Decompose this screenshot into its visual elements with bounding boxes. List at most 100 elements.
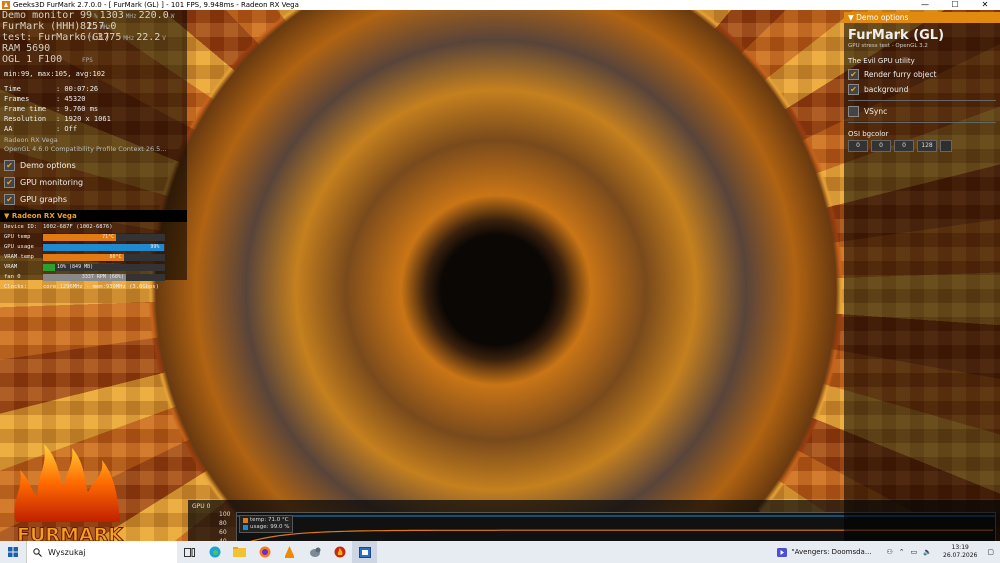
sensor-row: GPU temp 71°C — [0, 232, 187, 242]
demo-title: FurMark (GL) — [848, 28, 945, 43]
graph-label: GPU 0 — [192, 503, 211, 510]
furmark-taskbar-icon[interactable] — [327, 541, 352, 563]
demo-subtitle: GPU stress test - OpenGL 3.2 — [848, 43, 928, 49]
sensor-bar: 80°C — [43, 253, 165, 261]
radeon-header-label: Radeon RX Vega — [11, 212, 77, 220]
sensor-bar: 99% — [43, 243, 165, 251]
stat-value: : 00:07:26 — [56, 85, 99, 93]
start-button[interactable] — [0, 547, 26, 557]
sensor-bar: 3337 RPM (68%) — [43, 273, 165, 281]
device-id-value: 1002-687F (1002-6876) — [43, 224, 113, 230]
legend-entry: temp: 71.0 °C — [243, 517, 289, 524]
active-window-icon[interactable] — [352, 541, 377, 563]
minimize-button[interactable]: — — [910, 0, 940, 10]
file-explorer-icon[interactable] — [227, 541, 252, 563]
osi-bgcolor-input[interactable]: 0 — [871, 140, 891, 152]
gpumon-value: 220.0 — [138, 10, 169, 21]
osd-option-checkbox[interactable]: ✔ GPU graphs — [0, 191, 187, 208]
demo-options-header-label: Demo options — [856, 13, 909, 22]
clock[interactable]: 13:19 26.07.2026 — [943, 544, 977, 560]
gpumon-row: test: FurMark (GL) 6 °C 3775 MHz 22.2 V — [0, 32, 187, 43]
checkbox-label: GPU graphs — [20, 195, 68, 204]
gpumon-unit: FPS — [82, 57, 93, 64]
gpumon-unit: °C — [88, 35, 96, 42]
firefox-icon[interactable] — [252, 541, 277, 563]
task-view-icon[interactable] — [177, 541, 202, 563]
legend-entry: usage: 99.0 % — [243, 524, 289, 531]
legend-swatch — [243, 525, 248, 530]
app-bird-icon[interactable] — [302, 541, 327, 563]
gpumon-label: test: FurMark (GL) — [2, 32, 111, 43]
stat-key: Frames — [4, 95, 30, 103]
people-icon[interactable]: ⚇ — [887, 548, 893, 556]
system-tray: "Avengers: Doomsda... ⚇ ⌃ ▭ 🔈 13:19 26.0… — [777, 544, 1000, 560]
sensor-label: fan 0 — [4, 274, 21, 280]
demo-option-checkbox[interactable]: ✔ background — [844, 82, 1000, 97]
y-tick: 80 — [219, 520, 227, 527]
checkbox-box[interactable]: ✔ — [848, 84, 859, 95]
gpumon-unit: W — [170, 13, 175, 20]
notifications-icon[interactable]: ▢ — [987, 548, 994, 556]
separator — [848, 100, 996, 101]
vlc-icon[interactable] — [277, 541, 302, 563]
taskbar: Wyszukaj "Avengers: Doomsda... ⚇ ⌃ ▭ 🔈 1… — [0, 541, 1000, 563]
sensor-value: 80°C — [109, 253, 122, 260]
vsync-label: VSync — [864, 107, 888, 116]
stat-row: Time: 00:07:26 — [4, 84, 183, 94]
volume-icon[interactable]: 🔈 — [923, 548, 932, 556]
network-icon[interactable]: ▭ — [911, 548, 918, 556]
sensor-row: VRAM 10% (849 MB) — [0, 262, 187, 272]
gpumon-unit: MHz — [123, 35, 135, 42]
radeon-section-header[interactable]: ▼ Radeon RX Vega — [0, 210, 187, 222]
furmark-app-icon — [2, 1, 10, 9]
maximize-button[interactable]: ☐ — [940, 0, 970, 10]
demo-options-header[interactable]: ▼ Demo options — [844, 12, 1000, 23]
checkbox-box[interactable]: ✔ — [4, 194, 15, 205]
osi-bgcolor-input[interactable]: 128 — [917, 140, 937, 152]
gpumon-label: OGL 1 F100 — [2, 54, 63, 65]
gpumon-row: Demo monitor 99% 1303 MHz 220.0 W — [0, 10, 187, 21]
gpu-name: Radeon RX Vega — [4, 136, 58, 144]
stat-key: Frame time — [4, 105, 47, 113]
stat-key: Resolution — [4, 115, 47, 123]
news-widget[interactable]: "Avengers: Doomsda... — [777, 547, 872, 557]
stat-value: : 1920 x 1061 — [56, 115, 111, 123]
gpumon-unit: % — [94, 13, 98, 20]
stat-row: Frames: 45320 — [4, 94, 183, 104]
gpumon-unit: MHz — [125, 13, 137, 20]
graph-legend: temp: 71.0 °C usage: 99.0 % — [239, 515, 294, 533]
stat-row: Resolution : 1920 x 1061 — [4, 114, 183, 124]
checkbox-box[interactable]: ✔ — [4, 177, 15, 188]
checkbox-box[interactable]: ✔ — [4, 160, 15, 171]
osd-option-checkbox[interactable]: ✔ Demo options — [0, 157, 187, 174]
gpumon-overlay: Demo monitor 99% 1303 MHz 220.0 W FurMark (HHH… — [0, 10, 187, 65]
gpumon-value: 6 — [80, 32, 87, 43]
window-title: Geeks3D FurMark 2.7.0.0 - [ FurMark (GL)… — [13, 1, 299, 9]
vsync-checkbox-box[interactable] — [848, 106, 859, 117]
gpumon-label: FurMark (HHH) 2.7.0 — [2, 21, 117, 32]
edge-browser-icon[interactable] — [202, 541, 227, 563]
taskbar-search[interactable]: Wyszukaj — [26, 541, 177, 563]
osi-bgcolor-input[interactable]: 0 — [894, 140, 914, 152]
search-placeholder: Wyszukaj — [48, 547, 86, 557]
left-osd-panel: Demo monitor 99% 1303 MHz 220.0 W FurMark (HHH… — [0, 10, 187, 290]
clocks-label: Clocks: — [4, 284, 28, 290]
chevron-up-icon[interactable]: ⌃ — [899, 548, 905, 556]
gpumon-row: FurMark (HHH) 2.7.0 815 MHz — [0, 21, 187, 32]
vsync-checkbox[interactable]: VSync — [844, 104, 1000, 119]
osd-option-checkbox[interactable]: ✔ GPU monitoring — [0, 174, 187, 191]
demo-option-checkbox[interactable]: ✔ Render furry object — [844, 67, 1000, 82]
y-tick: 100 — [219, 511, 231, 518]
close-button[interactable]: ✕ — [970, 0, 1000, 10]
clocks-value: core:1296MHz - mem:939MHz (3.8Gbps) — [43, 284, 159, 290]
legend-swatch — [243, 518, 248, 523]
clocks-row: Clocks: core:1296MHz - mem:939MHz (3.8Gb… — [0, 282, 187, 292]
checkbox-label: Render furry object — [864, 70, 937, 79]
osi-bgcolor-input[interactable]: 0 — [848, 140, 868, 152]
osi-bgcolor-label: OSI bgcolor — [848, 130, 889, 138]
osi-color-swatch[interactable] — [940, 140, 952, 152]
checkbox-box[interactable]: ✔ — [848, 69, 859, 80]
checkbox-label: background — [864, 85, 909, 94]
gpumon-value: 3775 — [97, 32, 122, 43]
gpumon-row: RAM 5690 — [0, 43, 187, 54]
